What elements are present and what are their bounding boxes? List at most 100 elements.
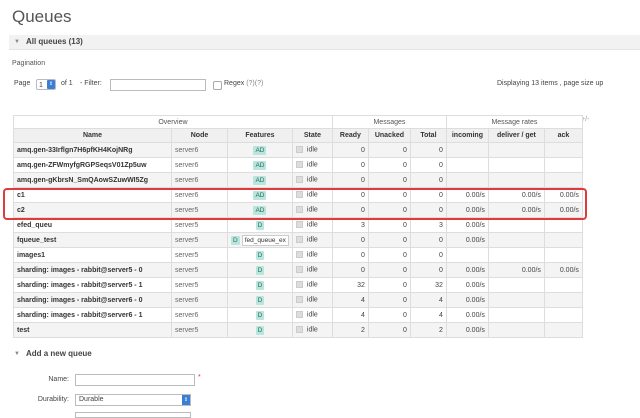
regex-text: Regex [224, 80, 245, 87]
col-name[interactable]: Name [13, 128, 172, 143]
col-deliver-get[interactable]: deliver / get [487, 128, 545, 143]
required-mark: * [198, 374, 201, 381]
col-features[interactable]: Features [227, 128, 293, 143]
state-cell: idle [291, 232, 333, 248]
group-overview: Overview [13, 115, 333, 129]
features-cell: D [227, 292, 293, 308]
incoming-cell: 0.00/s [445, 232, 489, 248]
node-cell: server6 [171, 307, 228, 323]
features-cell: D [227, 307, 293, 323]
feature-badge: AD [253, 160, 267, 170]
features-cell: AD [227, 172, 293, 188]
queue-name-cell[interactable]: sharding: images - rabbit@server5 - 0 [13, 262, 172, 278]
col-ready[interactable]: Ready [331, 128, 369, 143]
state-cell: idle [291, 277, 333, 293]
queue-name-input[interactable] [75, 374, 195, 386]
state-text: idle [306, 236, 318, 244]
deliver-cell [487, 292, 545, 308]
queue-name-cell[interactable]: amq.gen-ZFWmyfgRGPSeqsV01Zp5uw [13, 157, 172, 173]
unacked-cell: 0 [367, 277, 411, 293]
table-row[interactable]: sharding: images - rabbit@server5 - 0 ser… [13, 262, 583, 278]
state-indicator-icon [295, 221, 303, 229]
col-unacked[interactable]: Unacked [367, 128, 411, 143]
node-cell: server6 [171, 172, 228, 188]
col-total[interactable]: Total [409, 128, 447, 143]
col-node[interactable]: Node [171, 128, 228, 143]
queue-name-cell[interactable]: amq.gen-gKbrsN_SmQAowSZuwWI5Zg [13, 172, 172, 188]
ack-cell [543, 277, 583, 293]
state-text: idle [306, 251, 318, 259]
queue-name-cell[interactable]: test [13, 322, 172, 338]
state-cell: idle [291, 172, 333, 188]
table-row[interactable]: test server5 Didle 2 0 2 0.00/s [13, 322, 583, 338]
state-text: idle [306, 266, 318, 274]
all-queues-section-header[interactable]: ▼ All queues (13) [9, 35, 640, 50]
col-incoming[interactable]: incoming [445, 128, 489, 143]
federation-policy-tag: fed_queue_ex [241, 234, 289, 246]
feature-badge: AD [253, 175, 267, 185]
ack-cell: 0.00/s [543, 262, 583, 278]
state-indicator-icon [295, 161, 303, 169]
ready-cell: 0 [331, 247, 369, 263]
deliver-cell [487, 157, 545, 173]
features-cell: D [227, 277, 293, 293]
queue-name-cell[interactable]: images1 [13, 247, 172, 263]
table-row[interactable]: images1 server5 Didle 0 0 0 [13, 247, 583, 263]
ready-cell: 0 [331, 262, 369, 278]
deliver-cell [487, 232, 545, 248]
state-cell: idle [291, 247, 333, 263]
state-text: idle [306, 281, 318, 289]
features-cell: Dfed_queue_ex [227, 232, 293, 248]
ready-cell: 32 [331, 277, 369, 293]
queue-name-cell[interactable]: sharding: images - rabbit@server6 - 0 [13, 292, 172, 308]
table-row[interactable]: fqueue_test server5 Dfed_queue_ex idle 0 0 0 0.… [13, 232, 583, 248]
regex-checkbox[interactable] [213, 81, 222, 90]
table-row[interactable]: sharding: images - rabbit@server6 - 1 ser… [13, 307, 583, 323]
table-row[interactable]: sharding: images - rabbit@server5 - 1 ser… [13, 277, 583, 293]
incoming-cell: 0.00/s [445, 322, 489, 338]
queue-name-cell[interactable]: fqueue_test [13, 232, 172, 248]
feature-badge: D [255, 265, 265, 275]
state-cell: idle [291, 142, 333, 158]
unacked-cell: 0 [367, 322, 411, 338]
deliver-cell [487, 247, 545, 263]
queue-name-cell[interactable]: amq.gen-33Irflgn7H6pfKH4KojNRg [13, 142, 172, 158]
state-text: idle [306, 311, 318, 319]
table-row[interactable]: amq.gen-gKbrsN_SmQAowSZuwWI5Zg server6 AD i… [13, 172, 583, 188]
highlight-box [3, 188, 587, 220]
filter-input[interactable] [110, 79, 206, 91]
incoming-cell [445, 247, 489, 263]
unacked-cell: 0 [367, 292, 411, 308]
features-cell: D [227, 262, 293, 278]
table-row[interactable]: amq.gen-ZFWmyfgRGPSeqsV01Zp5uw server6 AD i… [13, 157, 583, 173]
state-text: idle [306, 221, 318, 229]
queue-name-cell[interactable]: sharding: images - rabbit@server6 - 1 [13, 307, 172, 323]
state-indicator-icon [295, 311, 303, 319]
add-queue-section-header[interactable]: ▼ Add a new queue [9, 347, 640, 361]
total-cell: 0 [409, 247, 447, 263]
state-indicator-icon [295, 176, 303, 184]
table-row[interactable]: sharding: images - rabbit@server6 - 0 ser… [13, 292, 583, 308]
features-cell: AD [227, 157, 293, 173]
display-info: Displaying 13 items , page size up [497, 80, 604, 87]
durability-label: Durability: [37, 396, 69, 403]
total-cell: 32 [409, 277, 447, 293]
unacked-cell: 0 [367, 262, 411, 278]
unacked-cell: 0 [367, 307, 411, 323]
ack-cell [543, 292, 583, 308]
state-text: idle [306, 176, 318, 184]
feature-badge: D [255, 250, 265, 260]
next-field[interactable] [75, 412, 191, 418]
durability-select[interactable]: Durable ⇕ [75, 394, 191, 406]
table-row[interactable]: amq.gen-33Irflgn7H6pfKH4KojNRg server6 AD i… [13, 142, 583, 158]
queue-name-cell[interactable]: sharding: images - rabbit@server5 - 1 [13, 277, 172, 293]
total-cell: 4 [409, 292, 447, 308]
deliver-cell [487, 322, 545, 338]
col-state[interactable]: State [291, 128, 333, 143]
ack-cell [543, 307, 583, 323]
regex-help-link[interactable]: (?)(?) [246, 80, 263, 87]
col-ack[interactable]: ack [543, 128, 583, 143]
unacked-cell: 0 [367, 247, 411, 263]
page-select[interactable]: 1 ⇕ [36, 79, 56, 90]
page-select-value: 1 [39, 82, 43, 89]
